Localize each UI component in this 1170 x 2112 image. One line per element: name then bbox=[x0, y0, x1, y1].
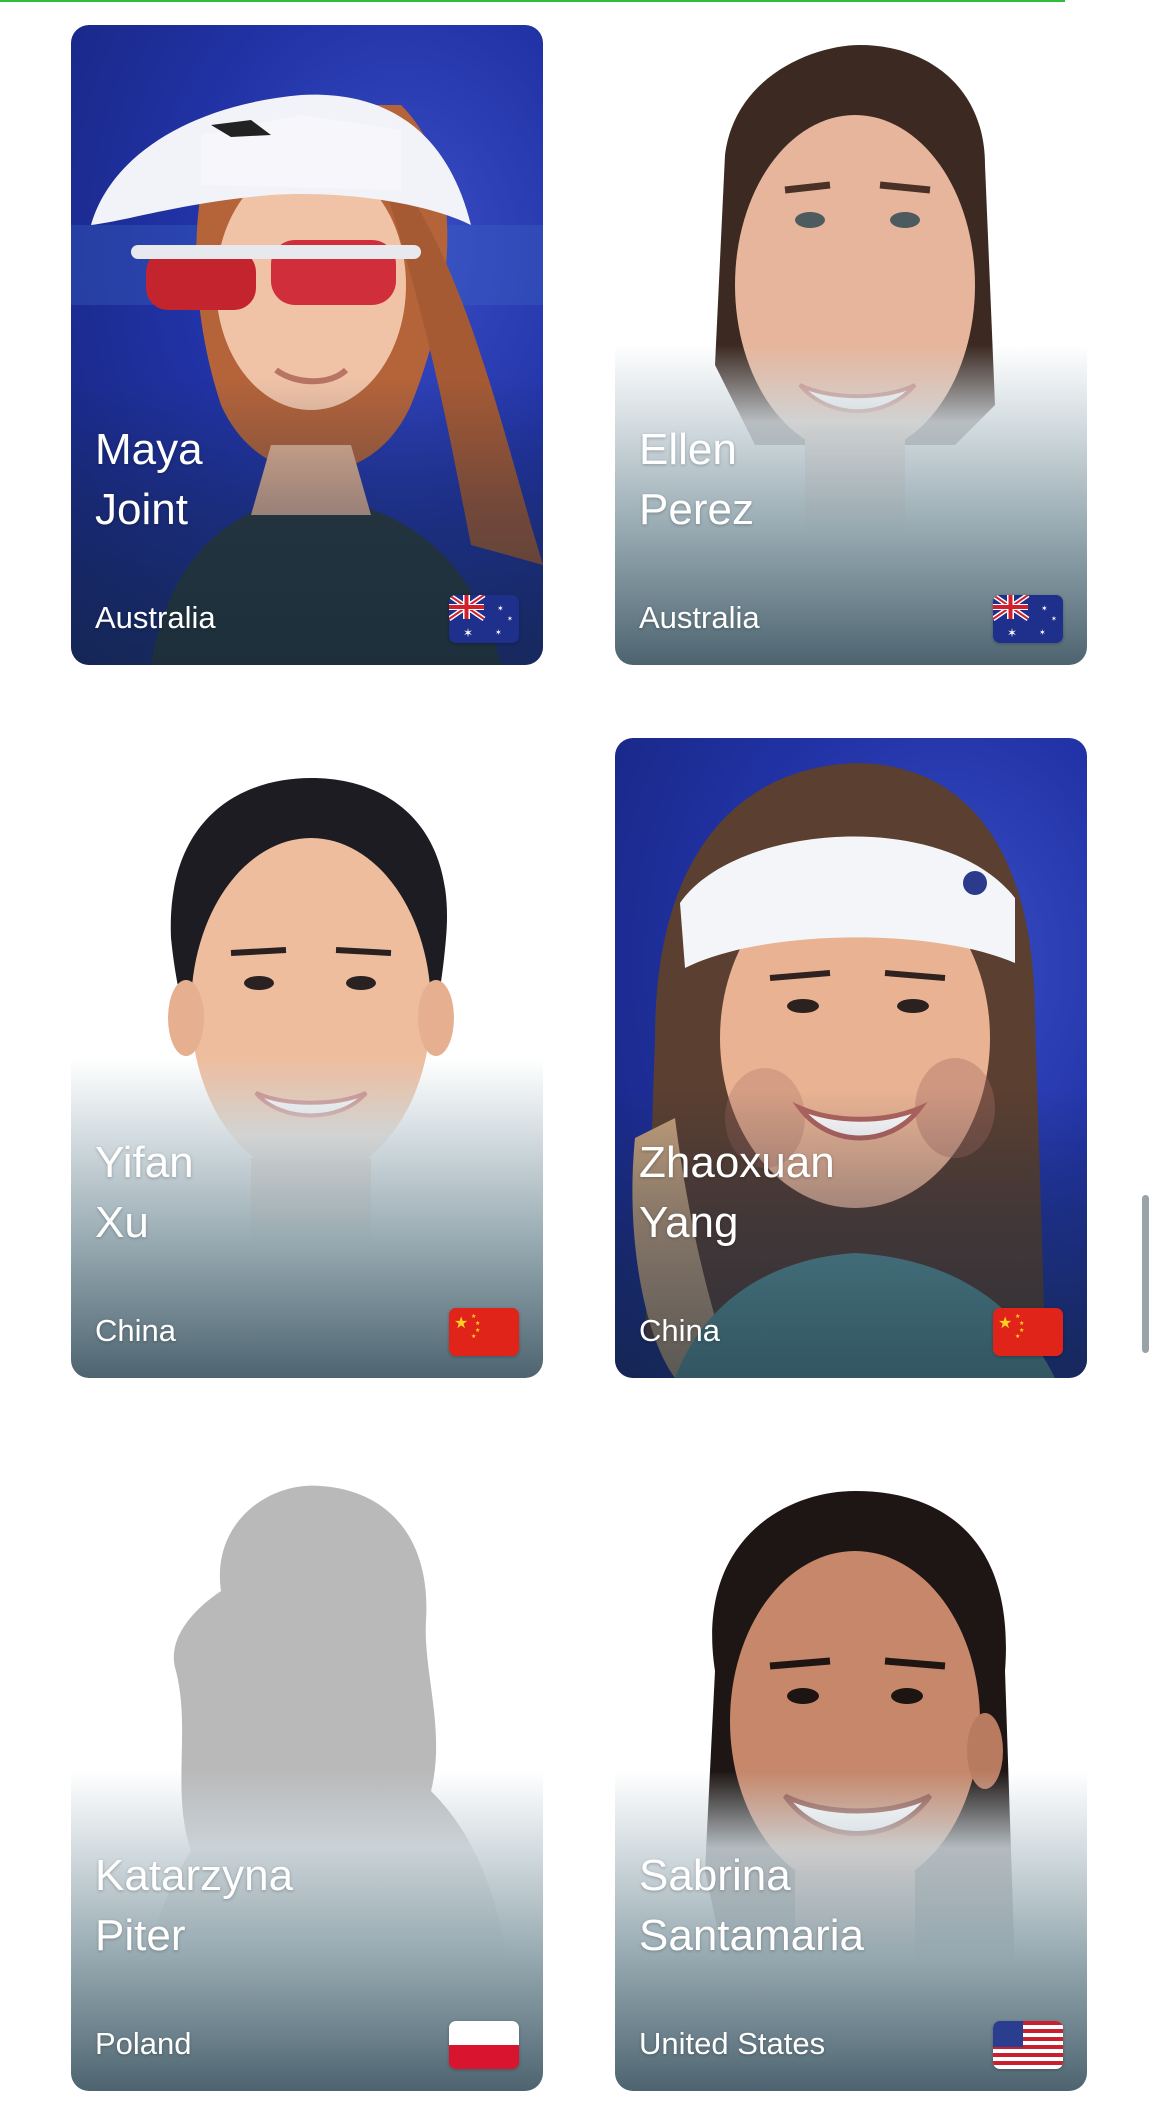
player-country: United States bbox=[639, 2026, 826, 2061]
australia-flag-icon: ✶ ✶ ✶ ✶ bbox=[993, 595, 1063, 643]
svg-text:★: ★ bbox=[471, 1313, 476, 1320]
svg-text:★: ★ bbox=[1015, 1333, 1020, 1340]
player-card-zhaoxuan-yang[interactable]: Zhaoxuan Yang China ★ ★ ★ ★ ★ bbox=[615, 738, 1087, 1378]
player-country: China bbox=[639, 1313, 720, 1348]
player-name: Maya Joint bbox=[95, 425, 203, 534]
svg-text:✶: ✶ bbox=[497, 604, 504, 613]
china-flag-icon: ★ ★ ★ ★ ★ bbox=[993, 1308, 1063, 1356]
player-country: China bbox=[95, 1313, 176, 1348]
player-country: Poland bbox=[95, 2026, 192, 2061]
svg-text:★: ★ bbox=[1015, 1313, 1020, 1320]
player-name: Ellen Perez bbox=[639, 425, 754, 534]
player-card-yifan-xu[interactable]: Yifan Xu China ★ ★ ★ ★ ★ bbox=[71, 738, 543, 1378]
player-country: Australia bbox=[639, 600, 760, 635]
player-card-ellen-perez[interactable]: Ellen Perez Australia ✶ ✶ ✶ ✶ bbox=[615, 25, 1087, 665]
australia-flag-icon: ✶ ✶ ✶ ✶ bbox=[449, 595, 519, 643]
vertical-scrollbar[interactable] bbox=[1142, 1195, 1149, 1353]
china-flag-icon: ★ ★ ★ ★ ★ bbox=[449, 1308, 519, 1356]
player-name: Yifan Xu bbox=[95, 1138, 194, 1247]
svg-text:✶: ✶ bbox=[1041, 604, 1048, 613]
player-country: Australia bbox=[95, 600, 216, 635]
svg-text:✶: ✶ bbox=[1007, 626, 1017, 640]
svg-text:✶: ✶ bbox=[463, 626, 473, 640]
player-name: Sabrina Santamaria bbox=[639, 1851, 865, 1960]
player-card-maya-joint[interactable]: Maya Joint Australia ✶ ✶ ✶ ✶ bbox=[71, 25, 543, 665]
svg-text:✶: ✶ bbox=[495, 628, 502, 637]
svg-text:★: ★ bbox=[454, 1313, 468, 1332]
svg-text:✶: ✶ bbox=[507, 615, 513, 623]
svg-text:✶: ✶ bbox=[1039, 628, 1046, 637]
player-card-katarzyna-piter[interactable]: Katarzyna Piter Poland bbox=[71, 1451, 543, 2091]
usa-flag-icon bbox=[993, 2021, 1063, 2069]
player-name: Katarzyna Piter bbox=[95, 1851, 294, 1960]
svg-text:★: ★ bbox=[475, 1320, 480, 1327]
player-name: Zhaoxuan Yang bbox=[639, 1138, 835, 1247]
svg-text:★: ★ bbox=[471, 1333, 476, 1340]
svg-text:✶: ✶ bbox=[1051, 615, 1057, 623]
svg-text:★: ★ bbox=[998, 1313, 1012, 1332]
svg-text:★: ★ bbox=[1019, 1320, 1024, 1327]
poland-flag-icon bbox=[449, 2021, 519, 2069]
loading-progress-line bbox=[0, 0, 1065, 2]
player-card-sabrina-santamaria[interactable]: Sabrina Santamaria United States bbox=[615, 1451, 1087, 2091]
